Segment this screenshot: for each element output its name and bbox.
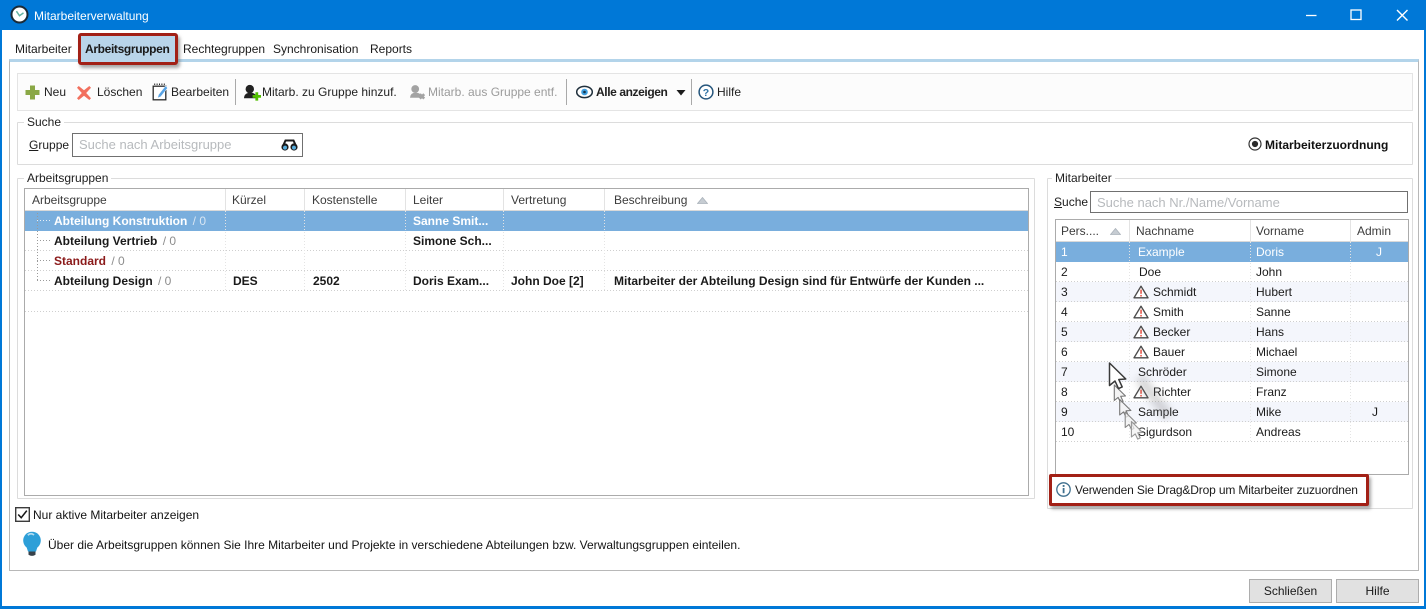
svg-text:?: ? [703,87,709,99]
